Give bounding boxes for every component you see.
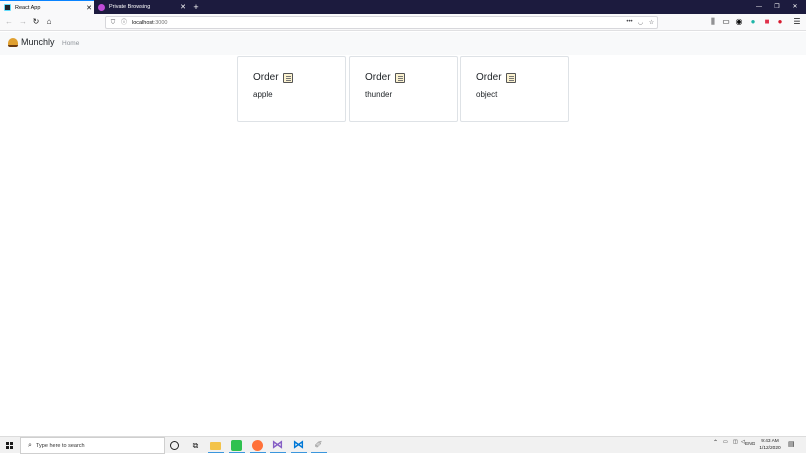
url-port: :3000: [153, 19, 168, 26]
close-tab-icon[interactable]: ✕: [178, 3, 188, 11]
app-green-icon[interactable]: [231, 440, 242, 451]
extension-green-icon[interactable]: ●: [747, 16, 759, 28]
file-explorer-icon[interactable]: [210, 442, 221, 450]
reload-icon[interactable]: ↻: [30, 16, 42, 28]
vscode-icon[interactable]: ⋈: [293, 440, 304, 451]
site-info-icon[interactable]: ⓘ: [120, 19, 128, 27]
url-bar[interactable]: ⛉ ⓘ localhost:3000 ••• ◡ ☆: [105, 16, 658, 29]
tab-private-browsing[interactable]: Private Browsing ✕: [94, 0, 188, 14]
system-clock[interactable]: 9:43 AM 1/12/2020: [758, 438, 782, 452]
back-icon[interactable]: ←: [3, 16, 15, 28]
hamburger-logo-icon: [8, 37, 18, 47]
extension-red-icon[interactable]: ■: [761, 16, 773, 28]
react-favicon-icon: [4, 4, 11, 11]
clock-date: 1/12/2020: [759, 446, 781, 451]
nav-link-home[interactable]: Home: [62, 40, 79, 47]
cortana-icon[interactable]: [170, 441, 179, 450]
memo-icon: [505, 72, 516, 83]
account-icon[interactable]: ◉: [733, 16, 745, 28]
task-view-icon[interactable]: ⧉: [190, 440, 201, 451]
card-title: Order: [253, 72, 279, 83]
brand[interactable]: Munchly: [8, 37, 55, 47]
bookmark-star-icon[interactable]: ☆: [646, 19, 657, 26]
card-body: apple: [253, 90, 273, 99]
battery-icon[interactable]: ▭: [723, 439, 728, 445]
library-icon[interactable]: ⫼: [707, 16, 719, 28]
pocket-icon[interactable]: ◡: [635, 19, 646, 26]
tab-label: React App: [15, 4, 41, 11]
visual-studio-icon[interactable]: ⋈: [272, 440, 283, 451]
search-icon: ⌕: [28, 441, 32, 449]
order-card: Order thunder: [349, 56, 458, 122]
maximize-button[interactable]: ❐: [768, 0, 786, 14]
network-icon[interactable]: ◫: [733, 439, 738, 445]
clock-time: 9:43 AM: [761, 439, 779, 444]
forward-icon[interactable]: →: [17, 16, 29, 28]
card-title: Order: [476, 72, 502, 83]
windows-taskbar: ⌕ Type here to search ⧉ ⋈ ⋈ ✐ ⌃ ▭ ◫ ◁ EN…: [0, 436, 806, 454]
page-actions-icon[interactable]: •••: [624, 19, 635, 26]
tab-react-app[interactable]: React App ✕: [0, 0, 94, 14]
tool-icon[interactable]: ✐: [313, 440, 324, 451]
menu-icon[interactable]: ☰: [791, 16, 803, 28]
browser-nav-bar: ← → ↻ ⌂ ⛉ ⓘ localhost:3000 ••• ◡ ☆ ⫼ ▭ ◉…: [0, 14, 806, 31]
private-browsing-icon: [98, 3, 105, 11]
card-body: object: [476, 90, 498, 99]
close-window-button[interactable]: ✕: [786, 0, 804, 14]
browser-tab-bar: React App ✕ Private Browsing ✕ + — ❐ ✕: [0, 0, 806, 14]
url-host: localhost: [132, 19, 154, 26]
chevron-up-icon[interactable]: ⌃: [713, 439, 718, 446]
tracking-shield-icon[interactable]: ⛉: [109, 19, 117, 27]
app-navbar: Munchly Home: [0, 32, 806, 55]
extension-opera-icon[interactable]: ●: [774, 16, 786, 28]
new-tab-button[interactable]: +: [191, 1, 201, 13]
close-tab-icon[interactable]: ✕: [84, 4, 94, 12]
card-title: Order: [365, 72, 391, 83]
order-card: Order apple: [237, 56, 346, 122]
order-card: Order object: [460, 56, 569, 122]
taskbar-search-box[interactable]: ⌕ Type here to search: [20, 437, 165, 454]
language-indicator[interactable]: ENG: [745, 442, 755, 447]
sidebar-icon[interactable]: ▭: [720, 16, 732, 28]
windows-start-icon[interactable]: [6, 442, 13, 449]
home-icon[interactable]: ⌂: [43, 16, 55, 28]
card-body: thunder: [365, 90, 393, 99]
minimize-button[interactable]: —: [750, 0, 768, 14]
tab-label: Private Browsing: [109, 4, 151, 10]
memo-icon: [282, 72, 293, 83]
search-placeholder: Type here to search: [36, 442, 85, 449]
firefox-icon[interactable]: [252, 440, 263, 451]
notifications-icon[interactable]: ▤: [788, 440, 795, 448]
brand-name: Munchly: [21, 37, 55, 47]
memo-icon: [394, 72, 405, 83]
